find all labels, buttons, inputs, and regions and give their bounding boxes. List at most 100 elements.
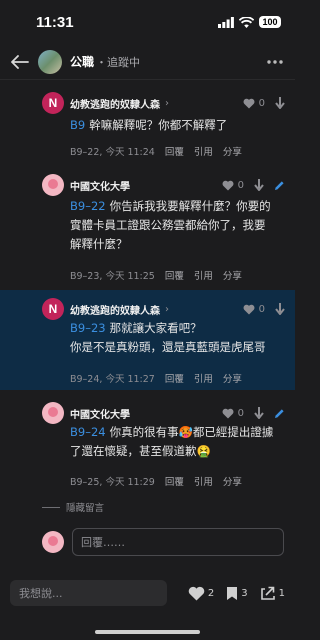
share-icon xyxy=(260,586,275,600)
bottom-actions: 2 3 1 xyxy=(188,586,285,601)
like-button[interactable]: 0 xyxy=(222,408,244,419)
comment-author[interactable]: 幼教逃跑的奴隸人森 xyxy=(70,96,160,111)
heart-icon xyxy=(222,180,234,191)
status-bar: 11:31 100 xyxy=(0,0,295,44)
avatar[interactable] xyxy=(42,174,64,196)
comment-text: 實體卡員工證跟公務雲都給你了，我要 xyxy=(70,218,266,232)
post-like-button[interactable]: 2 xyxy=(188,586,214,601)
quote-button[interactable]: 引用 xyxy=(194,268,213,282)
floor-reference-link[interactable]: B9–24 xyxy=(70,425,106,439)
back-arrow-icon[interactable] xyxy=(8,50,32,74)
more-options-icon[interactable] xyxy=(263,50,287,74)
avatar[interactable] xyxy=(42,402,64,424)
comment-header: 幼教逃跑的奴隸人森 › 0 xyxy=(70,94,285,113)
board-avatar[interactable] xyxy=(38,49,62,74)
home-indicator xyxy=(95,630,200,634)
post-share-button[interactable]: 1 xyxy=(260,586,285,601)
comment: 中國文化大學 0 B9–24 你真的很有事🥵都已經提出證據 了還在懷疑，甚至假道歉… xyxy=(0,392,295,492)
quote-button[interactable]: 引用 xyxy=(194,144,213,158)
chevron-right-icon: › xyxy=(165,98,169,109)
share-button[interactable]: 分享 xyxy=(223,268,242,282)
edit-pencil-icon[interactable] xyxy=(274,404,285,423)
comment-body: B9 幹嘛解釋呢？你都不解釋了 xyxy=(70,116,283,135)
reply-button[interactable]: 回覆 xyxy=(165,144,184,158)
wifi-icon xyxy=(239,16,254,28)
comment-text: 了還在懷疑，甚至假道歉🤮 xyxy=(70,444,211,458)
like-button[interactable]: 0 xyxy=(243,98,265,109)
battery-indicator: 100 xyxy=(259,16,281,28)
comment-text: 幹嘛解釋呢？你都不解釋了 xyxy=(89,118,228,132)
floor-reference-link[interactable]: B9–23 xyxy=(70,321,106,335)
comment-header: 中國文化大學 0 xyxy=(70,176,285,195)
heart-icon xyxy=(222,408,234,419)
like-count: 0 xyxy=(237,408,244,419)
comment-timestamp: B9–24, 今天 11:27 xyxy=(70,374,155,385)
hidden-comments-toggle[interactable]: 隱藏留言 xyxy=(42,500,104,514)
comment-actions: 0 xyxy=(222,176,285,195)
status-time: 11:31 xyxy=(36,13,74,31)
dislike-arrow-icon[interactable] xyxy=(275,300,285,319)
dislike-arrow-icon[interactable] xyxy=(254,176,264,195)
comment-body: B9–24 你真的很有事🥵都已經提出證據 了還在懷疑，甚至假道歉🤮 xyxy=(70,423,283,461)
like-count: 0 xyxy=(258,304,265,315)
bottom-bar: 我想說... 2 3 1 xyxy=(0,575,295,611)
heart-icon xyxy=(243,304,255,315)
reply-button[interactable]: 回覆 xyxy=(165,371,184,385)
floor-reference-link[interactable]: B9 xyxy=(70,118,85,132)
comment-author[interactable]: 中國文化大學 xyxy=(70,178,130,193)
like-count: 0 xyxy=(237,180,244,191)
comment-actions: 0 xyxy=(222,404,285,423)
comment-actions: 0 xyxy=(243,94,285,113)
bookmark-count: 3 xyxy=(241,587,248,599)
nav-bar: 公職 ・追蹤中 xyxy=(0,44,295,80)
reply-input[interactable]: 回覆…… xyxy=(72,528,284,556)
edit-pencil-icon[interactable] xyxy=(274,176,285,195)
comment-highlighted: N 幼教逃跑的奴隸人森 › 0 B9–23 那就讓大家看吧？ 你是不是真粉頭，還是… xyxy=(0,290,295,390)
like-button[interactable]: 0 xyxy=(222,180,244,191)
heart-icon xyxy=(243,98,255,109)
comment-timestamp: B9–25, 今天 11:29 xyxy=(70,477,155,488)
board-name[interactable]: 公職 xyxy=(70,53,94,70)
comment-meta: B9–23, 今天 11:25 回覆 引用 分享 xyxy=(70,268,242,282)
comment-meta: B9–22, 今天 11:24 回覆 引用 分享 xyxy=(70,144,242,158)
comment-author[interactable]: 中國文化大學 xyxy=(70,406,130,421)
share-button[interactable]: 分享 xyxy=(223,371,242,385)
avatar[interactable]: N xyxy=(42,298,64,320)
share-button[interactable]: 分享 xyxy=(223,144,242,158)
like-count: 0 xyxy=(258,98,265,109)
floor-reference-link[interactable]: B9–22 xyxy=(70,199,106,213)
signal-icon xyxy=(218,16,234,28)
status-icons: 100 xyxy=(218,16,281,28)
comment-text: 你告訴我我要解釋什麼？你要的 xyxy=(109,199,271,213)
like-button[interactable]: 0 xyxy=(243,304,265,315)
share-button[interactable]: 分享 xyxy=(223,474,242,488)
comment-text: 你是不是真粉頭，還是真藍頭是虎尾哥 xyxy=(70,340,266,354)
comment: N 幼教逃跑的奴隸人森 › 0 B9 幹嘛解釋呢？你都不解釋了 B9–22, 今天… xyxy=(0,82,295,160)
comment-body: B9–23 那就讓大家看吧？ 你是不是真粉頭，還是真藍頭是虎尾哥 xyxy=(70,319,283,357)
reply-row: 回覆…… xyxy=(42,527,284,557)
comment-actions: 0 xyxy=(243,300,285,319)
divider xyxy=(42,506,60,508)
reply-button[interactable]: 回覆 xyxy=(165,268,184,282)
comment-body: B9–22 你告訴我我要解釋什麼？你要的 實體卡員工證跟公務雲都給你了，我要 解釋… xyxy=(70,197,283,254)
comment-author[interactable]: 幼教逃跑的奴隸人森 xyxy=(70,302,160,317)
bookmark-icon xyxy=(227,586,238,600)
quote-button[interactable]: 引用 xyxy=(194,474,213,488)
comment-text: 那就讓大家看吧？ xyxy=(109,321,202,335)
tracking-status[interactable]: ・追蹤中 xyxy=(96,54,140,70)
comment-meta: B9–24, 今天 11:27 回覆 引用 分享 xyxy=(70,371,242,385)
comment-text: 解釋什麼？ xyxy=(70,237,128,251)
quote-button[interactable]: 引用 xyxy=(194,371,213,385)
bookmark-button[interactable]: 3 xyxy=(226,586,248,601)
avatar[interactable]: N xyxy=(42,92,64,114)
share-count: 1 xyxy=(278,587,285,599)
comment-timestamp: B9–23, 今天 11:25 xyxy=(70,271,155,282)
comment-composer-input[interactable]: 我想說... xyxy=(10,580,167,606)
heart-icon xyxy=(188,586,205,600)
comment-timestamp: B9–22, 今天 11:24 xyxy=(70,147,155,158)
avatar xyxy=(42,531,64,553)
dislike-arrow-icon[interactable] xyxy=(275,94,285,113)
dislike-arrow-icon[interactable] xyxy=(254,404,264,423)
reply-button[interactable]: 回覆 xyxy=(165,474,184,488)
comment-header: 幼教逃跑的奴隸人森 › 0 xyxy=(70,300,285,319)
